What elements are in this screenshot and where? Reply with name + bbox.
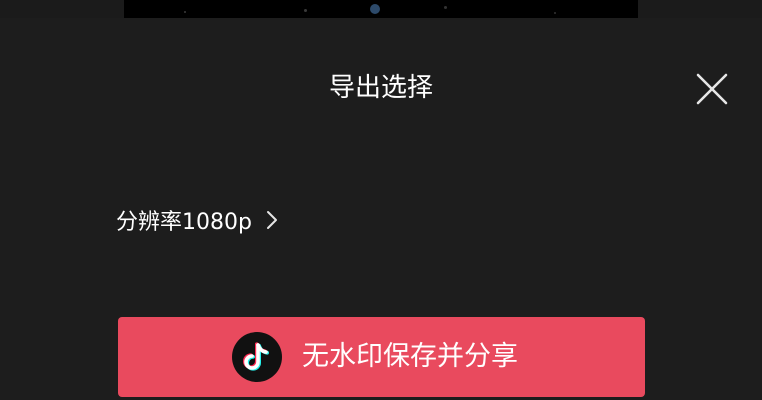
close-icon xyxy=(696,73,728,105)
preview-light-dot xyxy=(554,12,556,14)
tiktok-logo-icon xyxy=(232,332,282,382)
chevron-right-icon xyxy=(266,211,277,229)
save-and-share-label: 无水印保存并分享 xyxy=(302,341,518,372)
close-button[interactable] xyxy=(690,67,734,111)
preview-light-dot xyxy=(304,9,307,12)
preview-light-dot xyxy=(184,11,186,13)
preview-light-dot xyxy=(370,4,380,14)
resolution-label: 分辨率1080p xyxy=(116,210,252,235)
video-preview-strip xyxy=(124,0,638,18)
preview-light-dot xyxy=(444,6,447,9)
save-and-share-button[interactable]: 无水印保存并分享 xyxy=(118,317,645,397)
resolution-selector[interactable]: 分辨率1080p xyxy=(116,202,278,238)
export-options-sheet: 导出选择 分辨率1080p 无水印保存并分享 xyxy=(0,18,762,400)
dialog-title: 导出选择 xyxy=(328,73,433,103)
